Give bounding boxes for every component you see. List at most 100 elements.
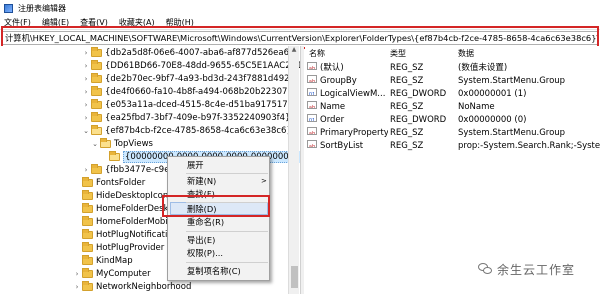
menu-edit[interactable]: 编辑(E) [42, 17, 69, 28]
menu-item-permissions[interactable]: 权限(P)... [187, 247, 223, 259]
value-row[interactable]: ab Name REG_SZ NoName [305, 101, 600, 113]
expand-icon[interactable]: › [82, 101, 90, 109]
tree-item[interactable]: › {de2b70ec-9bf7-4a93-bd3d-243f7881d492} [82, 72, 295, 85]
tree-item-label: {de2b70ec-9bf7-4a93-bd3d-243f7881d492} [105, 73, 295, 84]
expand-icon[interactable]: › [73, 270, 81, 278]
tree-item[interactable]: FontsFolder [73, 176, 145, 189]
value-type: REG_SZ [390, 141, 424, 151]
column-header-name[interactable]: 名称 [309, 48, 325, 59]
value-data: (数值未设置) [458, 63, 508, 73]
column-header-type[interactable]: 类型 [390, 48, 406, 59]
string-value-icon: ab [307, 75, 317, 83]
chat-bubble-icon [478, 263, 492, 275]
dword-value-icon: 01 [307, 114, 317, 122]
folder-icon [82, 241, 93, 252]
tree-item[interactable]: HotPlugProvider [73, 241, 164, 254]
tree-scrollbar[interactable]: ▲ [288, 46, 299, 294]
value-name: GroupBy [320, 76, 357, 86]
expand-icon[interactable]: › [73, 283, 81, 291]
menu-favorites[interactable]: 收藏夹(A) [119, 17, 155, 28]
value-row[interactable]: ab PrimaryProperty REG_SZ System.StartMe… [305, 127, 600, 139]
values-pane: 名称 类型 数据 ab (默认) REG_SZ (数值未设置) ab Group… [305, 46, 600, 294]
value-row[interactable]: ab SortByList REG_SZ prop:-System.Search… [305, 140, 600, 152]
menu-item-export[interactable]: 导出(E) [187, 234, 215, 246]
menu-item-new[interactable]: 新建(N) [187, 175, 216, 187]
expand-icon[interactable]: › [82, 88, 90, 96]
value-row[interactable]: 01 Order REG_DWORD 0x00000000 (0) [305, 114, 600, 126]
tree-item-label: NetworkNeighborhood [96, 281, 192, 292]
menu-separator [186, 262, 268, 263]
string-value-icon: ab [307, 127, 317, 135]
value-row[interactable]: 01 LogicalViewM... REG_DWORD 0x00000001 … [305, 88, 600, 100]
menu-help[interactable]: 帮助(H) [166, 17, 194, 28]
value-data: System.StartMenu.Group [458, 128, 566, 138]
value-name: (默认) [320, 63, 344, 73]
value-type: REG_SZ [390, 128, 424, 138]
expand-icon[interactable]: › [82, 49, 90, 57]
expand-icon[interactable]: › [82, 75, 90, 83]
expand-icon[interactable]: › [82, 62, 90, 70]
address-path: 计算机\HKEY_LOCAL_MACHINE\SOFTWARE\Microsof… [5, 33, 599, 43]
open-folder-icon [91, 124, 102, 135]
tree-item-label: FontsFolder [96, 177, 146, 188]
menu-item-find[interactable]: 查找(F)... [187, 188, 223, 200]
column-header-data[interactable]: 数据 [458, 48, 474, 59]
value-data: 0x00000001 (1) [458, 89, 527, 99]
value-name: PrimaryProperty [320, 128, 388, 138]
menu-item-rename[interactable]: 重命名(R) [187, 216, 224, 228]
tree-item[interactable]: HomeFolderMobile [73, 215, 175, 228]
folder-icon [91, 46, 102, 57]
tree-item[interactable]: HotPlugNotification [73, 228, 178, 241]
value-row[interactable]: ab (默认) REG_SZ (数值未设置) [305, 62, 600, 74]
menu-hover-highlight [170, 202, 268, 215]
folder-icon [109, 150, 120, 161]
tree-item-label: {e053a11a-dced-4515-8c4e-d51ba917517b} [105, 99, 299, 110]
tree-item-label: HotPlugProvider [96, 242, 165, 253]
folder-icon [82, 215, 93, 226]
value-name: LogicalViewM... [320, 89, 386, 99]
tree-item-label: HotPlugNotification [96, 229, 178, 240]
tree-item[interactable]: › {ea25fbd7-3bf7-409e-b97f-3352240903f4} [82, 111, 290, 124]
folder-icon [82, 254, 93, 265]
collapse-icon[interactable]: ⌄ [91, 140, 99, 148]
folder-icon [82, 176, 93, 187]
tree-item[interactable]: › {de4f0660-fa10-4b8f-a494-068b20b22307} [82, 85, 293, 98]
tree-item-topviews[interactable]: ⌄ TopViews [91, 137, 153, 150]
menu-file[interactable]: 文件(F) [4, 17, 31, 28]
folder-icon [82, 267, 93, 278]
folder-icon [91, 163, 102, 174]
folder-icon [82, 189, 93, 200]
value-row[interactable]: ab GroupBy REG_SZ System.StartMenu.Group [305, 75, 600, 87]
tree-item-label: TopViews [114, 138, 153, 149]
tree-item[interactable]: KindMap [73, 254, 133, 267]
tree-item[interactable]: › NetworkNeighborhood [73, 280, 191, 293]
collapse-icon[interactable]: ⌄ [82, 127, 90, 135]
tree-item[interactable]: HideDesktopIcons [73, 189, 173, 202]
context-menu: 展开 新建(N) > 查找(F)... 删除(D) 重命名(R) 导出(E) 权… [167, 156, 270, 281]
value-data: prop:-System.Search.Rank;-System.Date [458, 141, 600, 151]
tree-item-expanded[interactable]: ⌄ {ef87b4cb-f2ce-4785-8658-4ca6c63e38c6} [82, 124, 292, 137]
folder-icon [91, 59, 102, 70]
scrollbar-thumb[interactable] [291, 266, 298, 288]
scroll-up-icon[interactable]: ▲ [289, 46, 299, 57]
value-type: REG_DWORD [390, 89, 447, 99]
regedit-app-icon [4, 3, 13, 13]
expand-icon[interactable]: › [82, 114, 90, 122]
menu-item-delete[interactable]: 删除(D) [187, 203, 216, 215]
address-bar[interactable]: 计算机\HKEY_LOCAL_MACHINE\SOFTWARE\Microsof… [2, 31, 599, 45]
tree-item[interactable]: › MyComputer [73, 267, 151, 280]
tree-item[interactable]: › {e053a11a-dced-4515-8c4e-d51ba917517b} [82, 98, 298, 111]
tree-item[interactable]: › {db2a5d8f-06e6-4007-aba6-af877d526ea6} [82, 46, 294, 59]
folder-icon [82, 228, 93, 239]
folder-icon [91, 98, 102, 109]
string-value-icon: ab [307, 62, 317, 70]
pane-splitter[interactable] [300, 46, 304, 294]
tree-item[interactable]: › {DD61BD66-70E8-48dd-9655-65C5E1AAC2D1} [82, 59, 300, 72]
menu-item-copy-key-name[interactable]: 复制项名称(C) [187, 265, 241, 277]
string-value-icon: ab [307, 101, 317, 109]
menu-item-expand[interactable]: 展开 [187, 159, 204, 171]
menu-view[interactable]: 查看(V) [80, 17, 108, 28]
expand-icon[interactable]: › [82, 166, 90, 174]
value-type: REG_SZ [390, 63, 424, 73]
title-bar: 注册表编辑器 [0, 0, 600, 16]
